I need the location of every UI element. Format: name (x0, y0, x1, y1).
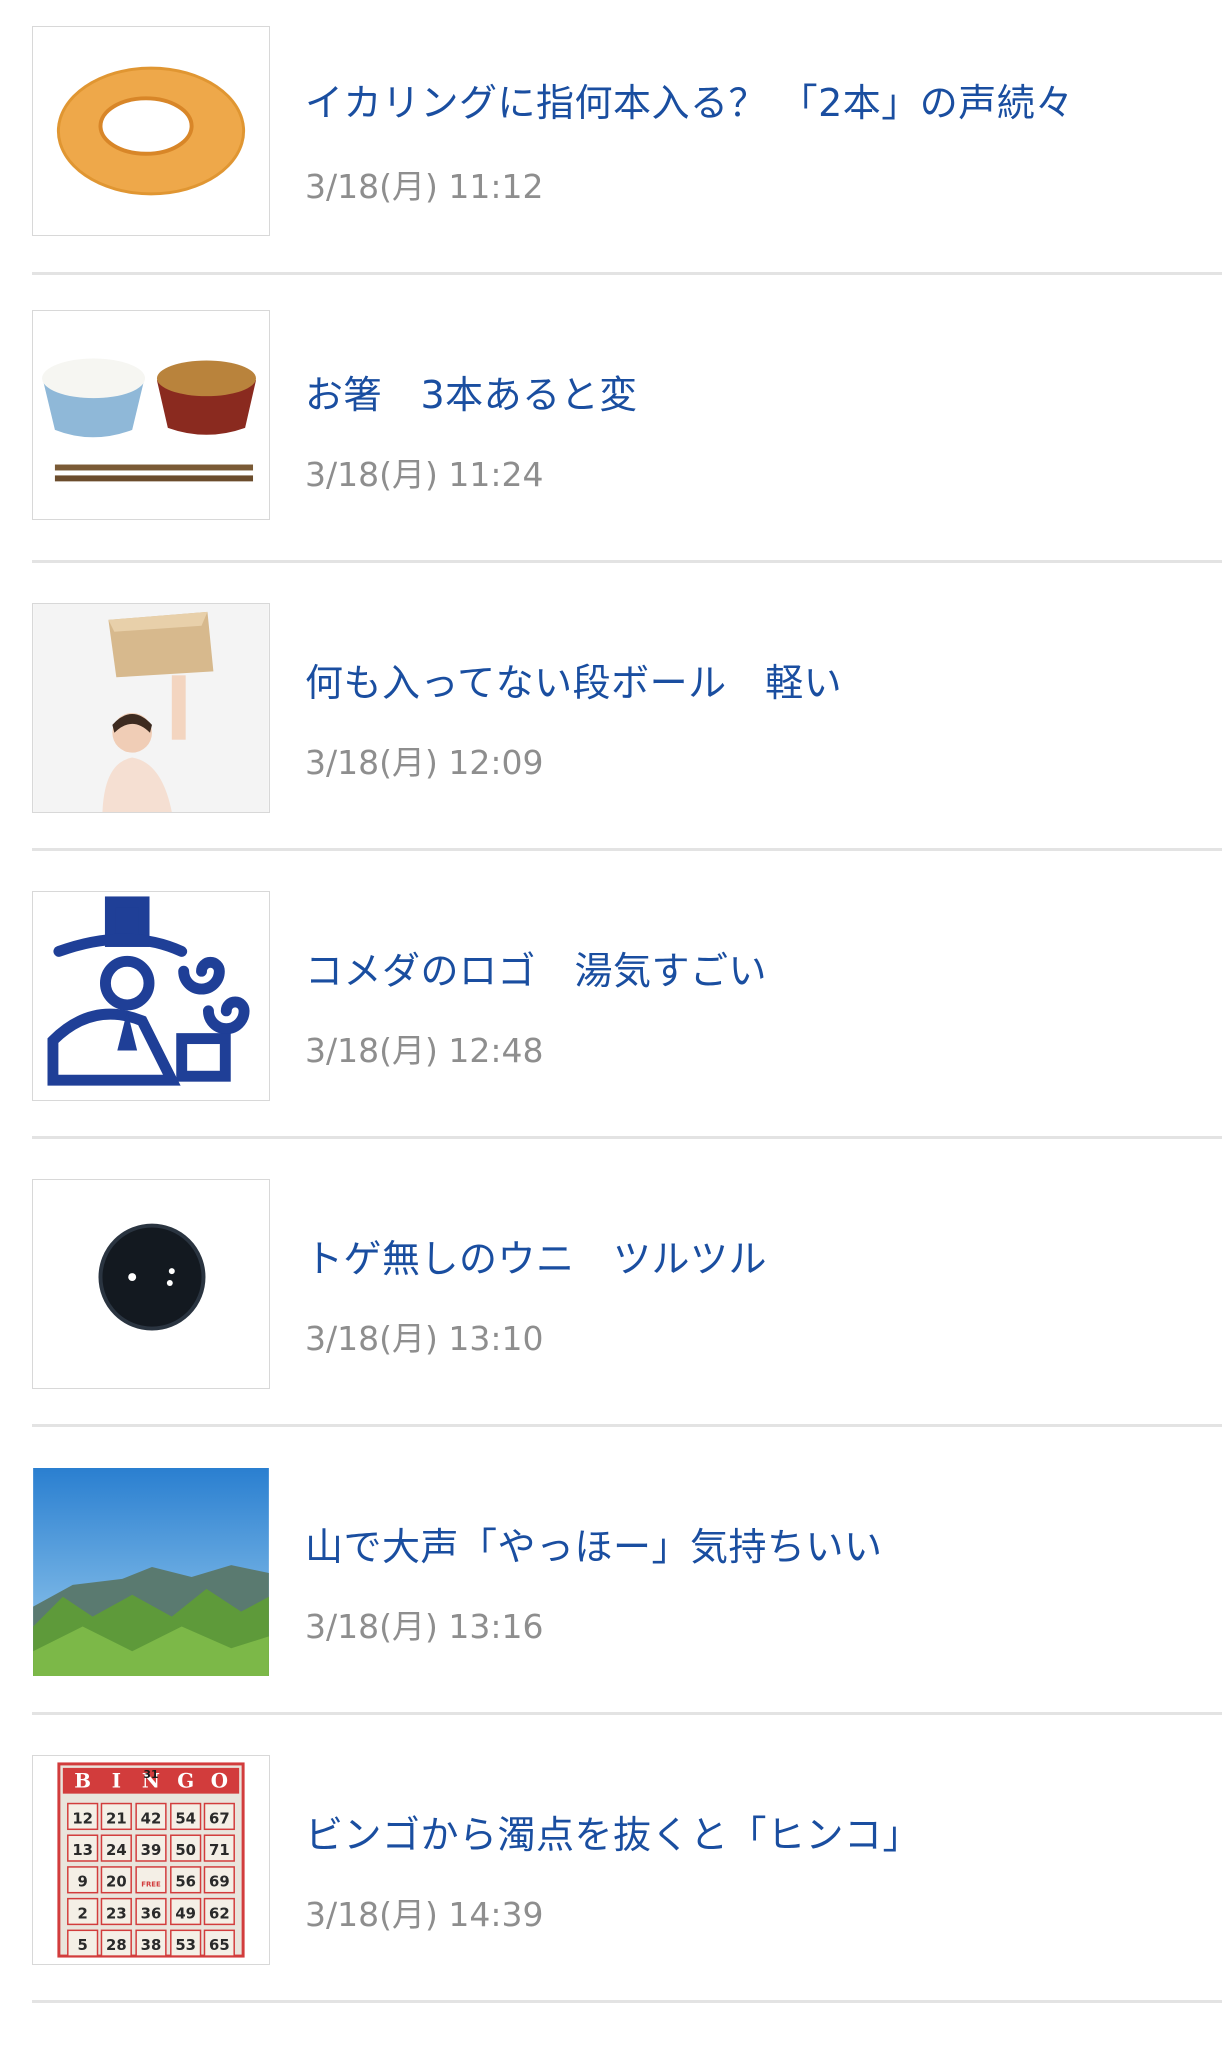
divider (32, 272, 1222, 275)
bingo-number: 67 (209, 1809, 230, 1827)
bingo-number: 69 (209, 1873, 230, 1891)
article-item[interactable]: コメダのロゴ 湯気すごい 3/18(月) 12:48 (0, 864, 1222, 1152)
article-time: 3/18(月) 13:10 (305, 1319, 544, 1358)
bingo-card-icon[interactable]: B I N G O 31 12 21 42 54 67 13 24 39 50 71 9 20 FREE 56 69 2 2… (32, 1755, 270, 1965)
divider (32, 560, 1222, 563)
bingo-number: 21 (106, 1809, 127, 1827)
bingo-number: 24 (106, 1841, 127, 1859)
article-title[interactable]: コメダのロゴ 湯気すごい (305, 940, 767, 995)
bingo-header-letter: I (112, 1769, 121, 1793)
divider (32, 848, 1222, 851)
article-time: 3/18(月) 11:12 (305, 167, 544, 206)
article-time: 3/18(月) 13:16 (305, 1607, 544, 1646)
divider (32, 1424, 1222, 1427)
article-item[interactable]: 山で大声「やっほー」気持ちいい 3/18(月) 13:16 (0, 1440, 1222, 1728)
article-item[interactable]: イカリングに指何本入る？ 「2本」の声続々 3/18(月) 11:12 (0, 0, 1222, 288)
mountain-landscape-icon[interactable] (32, 1467, 270, 1677)
article-item[interactable]: B I N G O 31 12 21 42 54 67 13 24 39 50 71 9 20 FREE 56 69 2 2… (0, 1728, 1222, 2016)
bingo-number: 56 (175, 1873, 196, 1891)
woman-lifting-box-icon[interactable] (32, 603, 270, 813)
article-title[interactable]: トゲ無しのウニ ツルツル (305, 1228, 767, 1283)
article-time: 3/18(月) 12:09 (305, 743, 544, 782)
article-time: 3/18(月) 12:48 (305, 1031, 544, 1070)
bingo-number: 9 (77, 1873, 87, 1891)
article-item[interactable]: トゲ無しのウニ ツルツル 3/18(月) 13:10 (0, 1152, 1222, 1440)
bingo-number: 39 (141, 1841, 162, 1859)
bingo-number: 36 (141, 1904, 162, 1922)
bingo-number: 12 (72, 1809, 93, 1827)
article-item[interactable]: お箸 3本あると変 3/18(月) 11:24 (0, 288, 1222, 576)
black-ball-icon[interactable] (32, 1179, 270, 1389)
bingo-number: 50 (175, 1841, 196, 1859)
divider (32, 2000, 1222, 2003)
bingo-number: 49 (175, 1904, 196, 1922)
article-title[interactable]: イカリングに指何本入る？ 「2本」の声続々 (305, 72, 1074, 127)
bingo-number: 38 (141, 1936, 162, 1954)
bingo-number: 53 (175, 1936, 196, 1954)
bingo-free-cell: FREE (141, 1881, 161, 1889)
bingo-number: 23 (106, 1904, 127, 1922)
article-title[interactable]: 何も入ってない段ボール 軽い (305, 652, 842, 707)
bingo-number: 28 (106, 1936, 127, 1954)
bingo-header-letter: G (177, 1769, 194, 1793)
divider (32, 1136, 1222, 1139)
bingo-header-letter: O (211, 1769, 228, 1793)
bingo-called-number: 31 (143, 1768, 158, 1781)
bingo-number: 42 (141, 1809, 162, 1827)
bingo-number: 65 (209, 1936, 230, 1954)
bingo-header-letter: B (74, 1769, 91, 1793)
divider (32, 1712, 1222, 1715)
article-title[interactable]: お箸 3本あると変 (305, 364, 638, 419)
bingo-number: 2 (77, 1904, 87, 1922)
bingo-number: 71 (209, 1841, 230, 1859)
onion-ring-icon[interactable] (32, 26, 270, 236)
bingo-number: 13 (72, 1841, 93, 1859)
komeda-logo-icon[interactable] (32, 891, 270, 1101)
rice-soup-chopsticks-icon[interactable] (32, 310, 270, 520)
bingo-number: 62 (209, 1904, 230, 1922)
bingo-number: 20 (106, 1873, 127, 1891)
bingo-number: 5 (77, 1936, 87, 1954)
article-title[interactable]: 山で大声「やっほー」気持ちいい (305, 1516, 883, 1571)
article-time: 3/18(月) 14:39 (305, 1895, 544, 1934)
article-time: 3/18(月) 11:24 (305, 455, 544, 494)
article-title[interactable]: ビンゴから濁点を抜くと「ヒンコ」 (305, 1804, 921, 1859)
bingo-number: 54 (175, 1809, 196, 1827)
article-item[interactable]: 何も入ってない段ボール 軽い 3/18(月) 12:09 (0, 576, 1222, 864)
